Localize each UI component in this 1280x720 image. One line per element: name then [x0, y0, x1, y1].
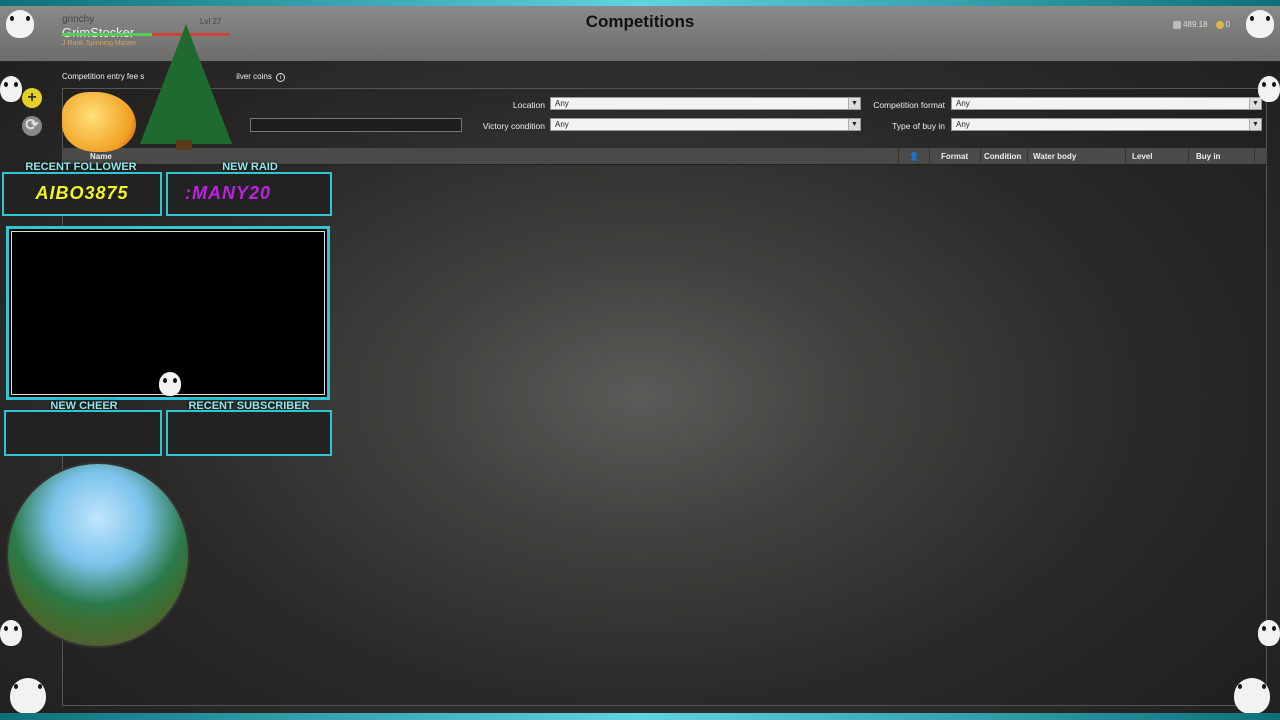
col-level[interactable]: Level	[1132, 152, 1152, 161]
bottom-border	[0, 713, 1280, 720]
competition-format-select[interactable]: Any ▼	[951, 97, 1262, 110]
victory-condition-select[interactable]: Any ▼	[550, 118, 861, 131]
recent-subscriber-box	[166, 410, 332, 456]
location-select[interactable]: Any ▼	[550, 97, 861, 110]
add-icon[interactable]: +	[22, 88, 42, 108]
gold-coin-icon	[1215, 20, 1224, 29]
currency-display: 489.18 0	[1173, 20, 1230, 29]
competition-format-label: Competition format	[873, 100, 945, 110]
chevron-down-icon: ▼	[1249, 119, 1261, 130]
name-search-input[interactable]	[250, 118, 462, 132]
christmas-tree-image	[140, 24, 232, 144]
skull-icon	[1246, 10, 1274, 38]
buy-in-type-label: Type of buy in	[892, 121, 945, 131]
player-alias: grinchy	[62, 14, 95, 25]
new-raid-name: :MANY20	[184, 183, 271, 203]
silver-icon	[1173, 20, 1182, 29]
skull-icon	[159, 372, 181, 396]
col-water-body[interactable]: Water body	[1033, 152, 1076, 161]
info-icon[interactable]: i	[275, 73, 285, 82]
chevron-down-icon: ▼	[1249, 98, 1261, 109]
tree-trunk	[176, 140, 192, 150]
silver-balance: 489.18	[1173, 20, 1208, 29]
refresh-icon[interactable]: ⟳	[22, 116, 42, 136]
location-label: Location	[512, 100, 545, 110]
game-view-circle-image	[6, 462, 190, 648]
buy-in-type-select[interactable]: Any ▼	[951, 118, 1262, 131]
col-buy-in[interactable]: Buy in	[1196, 152, 1220, 161]
col-condition[interactable]: Condition	[984, 152, 1021, 161]
skull-icon	[1234, 678, 1270, 714]
skull-icon	[1258, 620, 1280, 646]
skull-icon	[1258, 76, 1280, 102]
skull-icon	[0, 620, 22, 646]
recent-follower-name: AIBO3875	[35, 183, 129, 203]
skull-icon	[10, 678, 46, 714]
col-name[interactable]: Name	[90, 152, 112, 161]
gold-balance: 0	[1215, 20, 1230, 29]
col-participants-icon[interactable]: 👤	[909, 152, 919, 161]
victory-condition-label: Victory condition	[482, 121, 545, 131]
player-rank: J Rank Spinning Master	[62, 40, 137, 47]
skull-icon	[0, 76, 22, 102]
player-info: grinchy GrimStocker J Rank Spinning Mast…	[62, 14, 136, 47]
skull-icon	[6, 10, 34, 38]
new-cheer-box	[4, 410, 162, 456]
col-format[interactable]: Format	[941, 152, 968, 161]
